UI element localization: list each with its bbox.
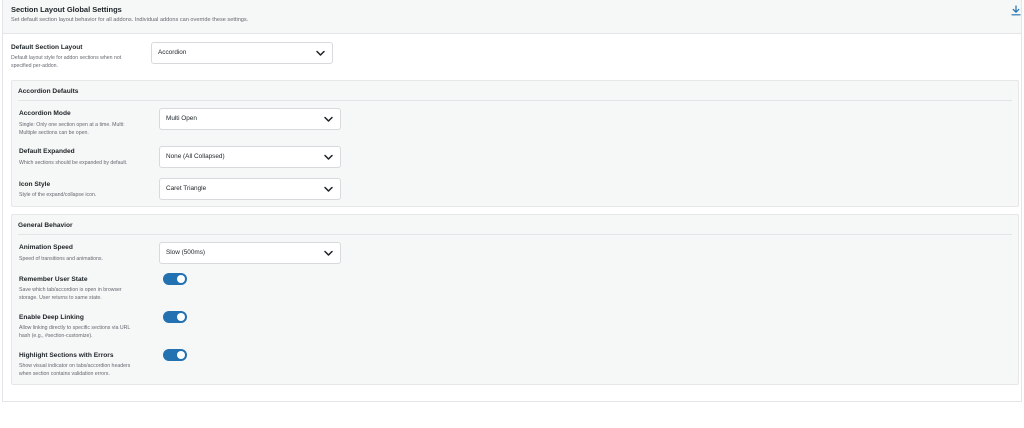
highlight-errors-description-line: Show visual indicator on tabs/accordion … bbox=[19, 363, 131, 369]
settings-panel: Section Layout Global Settings Set defau… bbox=[2, 0, 1022, 402]
highlight-errors-label: Highlight Sections with Errors bbox=[19, 352, 114, 359]
default-expanded-description-line: Which sections should be expanded by def… bbox=[19, 160, 128, 166]
group-divider bbox=[18, 234, 1012, 235]
page-title: Section Layout Global Settings bbox=[11, 5, 122, 14]
highlight-errors-toggle[interactable] bbox=[163, 349, 187, 361]
icon-style-label: Icon Style bbox=[19, 181, 51, 188]
toggle-knob bbox=[177, 351, 185, 359]
group-divider bbox=[18, 100, 1012, 101]
animation-speed-select[interactable]: Slow (500ms) bbox=[159, 242, 341, 264]
default-expanded-label: Default Expanded bbox=[19, 148, 75, 155]
chevron-down-icon bbox=[324, 154, 333, 160]
remember-state-toggle[interactable] bbox=[163, 273, 187, 285]
accordion-defaults-title: Accordion Defaults bbox=[18, 88, 79, 95]
deep-linking-description: Allow linking directly to specific secti… bbox=[19, 324, 130, 340]
chevron-down-icon bbox=[324, 186, 333, 192]
deep-linking-description-line: hash (e.g., #section-customize). bbox=[19, 333, 93, 339]
default-layout-description-line: Default layout style for addon sections … bbox=[11, 55, 122, 61]
accordion-mode-select[interactable]: Multi Open bbox=[159, 108, 341, 130]
accordion-defaults-group: Accordion Defaults Accordion Mode Single… bbox=[11, 80, 1019, 207]
default-layout-description-line: specified per-addon. bbox=[11, 63, 59, 69]
toggle-knob bbox=[177, 275, 185, 283]
icon-style-description-line: Style of the expand/collapse icon. bbox=[19, 192, 97, 198]
page-description: Set default section layout behavior for … bbox=[11, 17, 249, 23]
chevron-down-icon bbox=[316, 50, 325, 56]
remember-state-description: Save which tab/accordion is open in brow… bbox=[19, 286, 122, 302]
highlight-errors-description: Show visual indicator on tabs/accordion … bbox=[19, 362, 130, 378]
accordion-mode-description: Single: Only one section open at a time.… bbox=[19, 121, 125, 137]
deep-linking-label: Enable Deep Linking bbox=[19, 314, 84, 321]
default-layout-label: Default Section Layout bbox=[11, 44, 83, 51]
deep-linking-toggle[interactable] bbox=[163, 311, 187, 323]
accordion-mode-description-line: Single: Only one section open at a time.… bbox=[19, 122, 125, 128]
general-behavior-group: General Behavior Animation Speed Speed o… bbox=[11, 214, 1019, 385]
accordion-mode-label: Accordion Mode bbox=[19, 110, 71, 117]
chevron-down-icon bbox=[324, 250, 333, 256]
default-expanded-description: Which sections should be expanded by def… bbox=[19, 159, 127, 167]
panel-header: Section Layout Global Settings Set defau… bbox=[3, 0, 1021, 34]
animation-speed-description: Speed of transitions and animations. bbox=[19, 255, 103, 263]
remember-state-description-line: storage. User returns to same state. bbox=[19, 295, 102, 301]
icon-style-value: Caret Triangle bbox=[166, 185, 207, 192]
icon-style-description: Style of the expand/collapse icon. bbox=[19, 191, 96, 199]
accordion-mode-description-line: Multiple sections can be open. bbox=[19, 130, 89, 136]
animation-speed-value: Slow (500ms) bbox=[166, 249, 206, 256]
remember-state-description-line: Save which tab/accordion is open in brow… bbox=[19, 287, 122, 293]
download-icon[interactable] bbox=[1011, 5, 1021, 16]
toggle-knob bbox=[177, 313, 185, 321]
animation-speed-label: Animation Speed bbox=[19, 244, 73, 251]
chevron-down-icon bbox=[324, 116, 333, 122]
deep-linking-description-line: Allow linking directly to specific secti… bbox=[19, 325, 131, 331]
highlight-errors-description-line: when section contains validation errors. bbox=[19, 371, 110, 377]
default-expanded-select[interactable]: None (All Collapsed) bbox=[159, 146, 341, 168]
default-layout-select[interactable]: Accordion bbox=[151, 42, 333, 64]
icon-style-select[interactable]: Caret Triangle bbox=[159, 178, 341, 200]
remember-state-label: Remember User State bbox=[19, 276, 88, 283]
default-layout-description: Default layout style for addon sections … bbox=[11, 54, 121, 70]
animation-speed-description-line: Speed of transitions and animations. bbox=[19, 256, 103, 262]
accordion-mode-value: Multi Open bbox=[166, 115, 197, 122]
general-behavior-title: General Behavior bbox=[18, 222, 73, 229]
default-layout-value: Accordion bbox=[158, 49, 187, 56]
default-expanded-value: None (All Collapsed) bbox=[166, 153, 225, 160]
